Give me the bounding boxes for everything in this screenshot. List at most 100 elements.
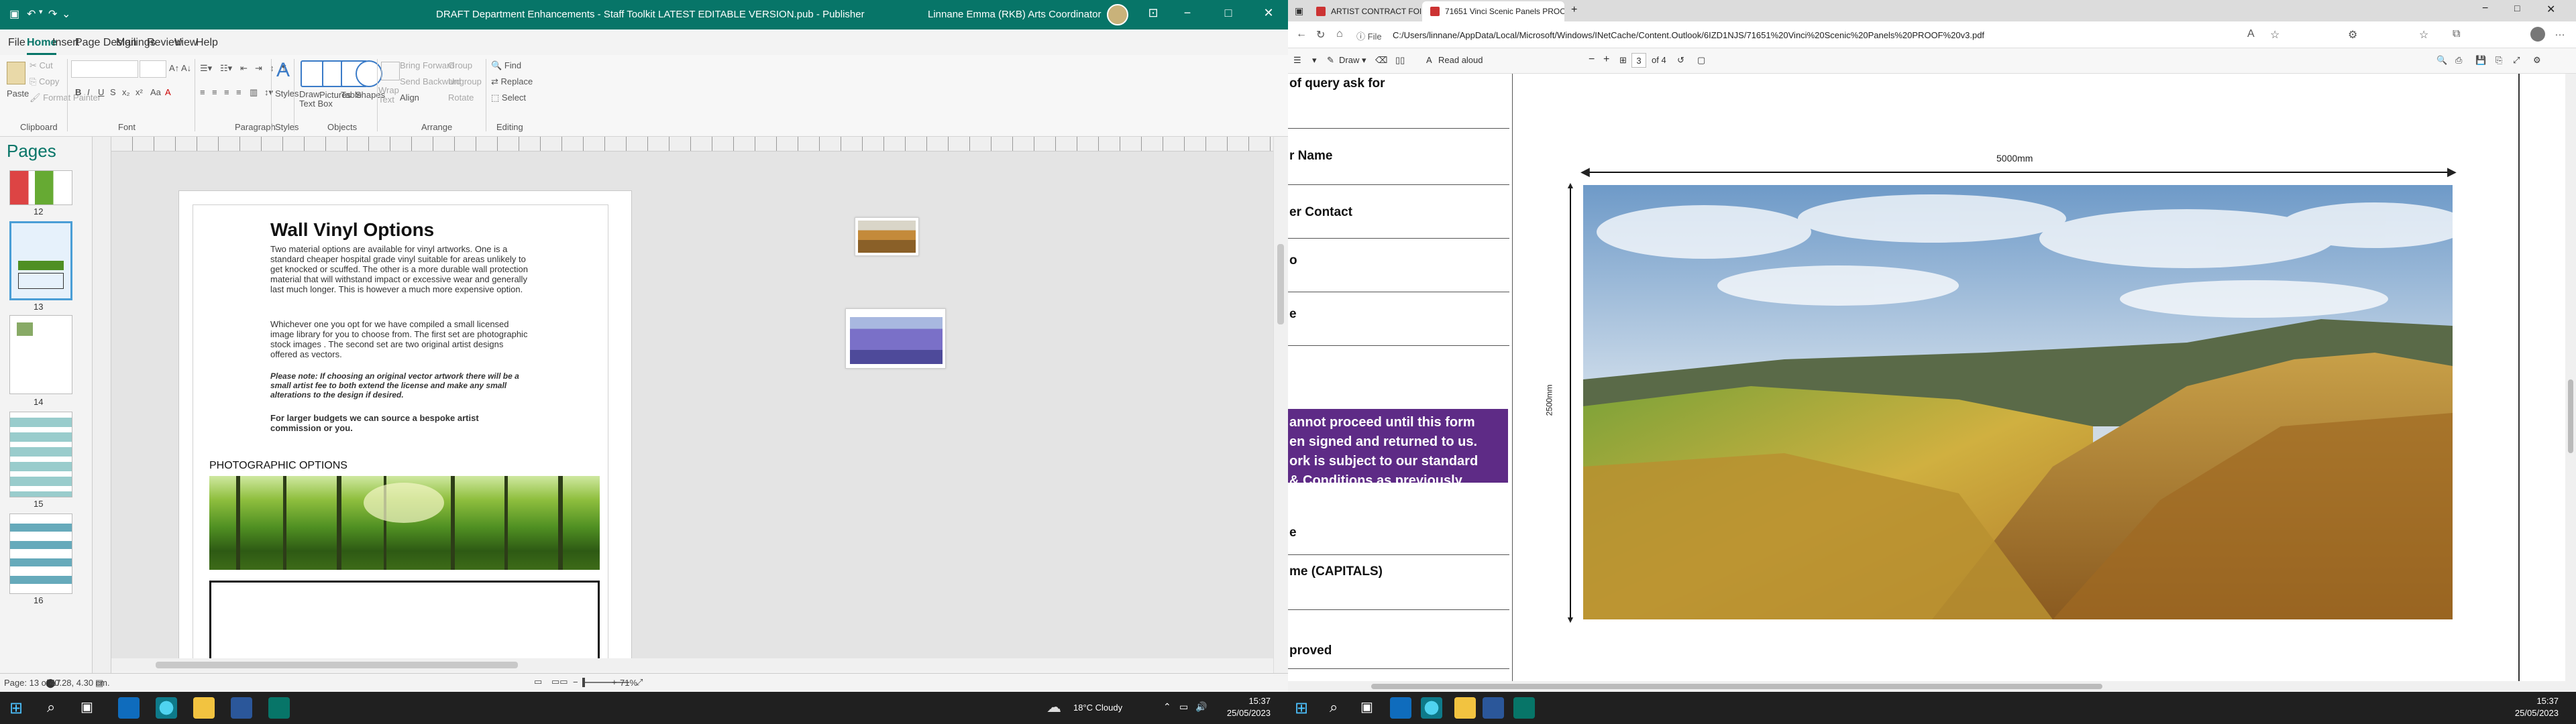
superscript-button[interactable]: x² xyxy=(136,87,143,97)
show-hidden-icons[interactable]: ⌃ xyxy=(1163,701,1171,713)
line-spacing-button[interactable]: ↕ xyxy=(270,63,274,73)
extensions-icon[interactable]: ⚙ xyxy=(2348,28,2357,42)
pdf-vertical-scrollbar[interactable] xyxy=(2565,74,2576,692)
home-icon[interactable]: ⌂ xyxy=(1336,28,1343,40)
clock-date[interactable]: 25/05/2023 xyxy=(2508,708,2559,718)
new-tab-button[interactable]: + xyxy=(1571,4,1577,16)
pdf-hscroll-thumb[interactable] xyxy=(1371,684,2102,689)
read-aloud-icon[interactable]: A xyxy=(2247,28,2255,40)
vertical-scrollbar[interactable] xyxy=(1273,137,1288,673)
ribbon-options-icon[interactable]: ⊡ xyxy=(1143,6,1163,20)
page-thumbnail-16[interactable] xyxy=(9,514,72,594)
columns-button[interactable]: ▥ xyxy=(250,87,258,98)
bold-button[interactable]: B xyxy=(75,87,81,97)
select-button[interactable]: ⬚ Select xyxy=(491,93,526,103)
page-thumbnail-15[interactable] xyxy=(9,412,72,497)
word-icon[interactable] xyxy=(231,697,252,719)
close-button[interactable]: ✕ xyxy=(2546,3,2555,16)
save-as-icon[interactable]: ⎘ xyxy=(2496,55,2502,66)
task-view-icon[interactable]: ▣ xyxy=(80,699,93,715)
file-explorer-icon[interactable] xyxy=(193,697,215,719)
font-size-combo[interactable] xyxy=(140,60,166,78)
page-number-input[interactable]: 3 xyxy=(1631,53,1646,68)
zoom-out-button[interactable]: − xyxy=(573,677,578,687)
horizontal-scrollbar[interactable] xyxy=(111,658,1273,672)
tab-help[interactable]: Help xyxy=(196,37,218,49)
subscript-button[interactable]: x₂ xyxy=(122,87,130,97)
volume-icon[interactable]: 🔊 xyxy=(1195,701,1207,713)
search-icon[interactable]: ⌕ xyxy=(1330,699,1338,716)
browser-tab-2-active[interactable]: 71651 Vinci Scenic Panels PROO xyxy=(1422,1,1564,21)
cut-button[interactable]: ✂ Cut xyxy=(30,60,53,71)
favorites-icon[interactable]: ☆ xyxy=(2419,28,2428,42)
page-thumbnail-12[interactable] xyxy=(9,170,72,205)
undo-dropdown-icon[interactable]: ▾ xyxy=(39,7,43,16)
bullets-button[interactable]: ☰▾ xyxy=(200,63,212,74)
draw-icon[interactable]: ✎ xyxy=(1327,55,1334,66)
fullscreen-icon[interactable]: ⤢ xyxy=(2513,55,2520,66)
highlight-icon[interactable]: ▾ xyxy=(1312,55,1317,66)
eraser-icon[interactable]: ⌫ xyxy=(1375,55,1387,66)
two-page-view-icon[interactable]: ▭▭ xyxy=(551,676,568,687)
shapes-icon[interactable] xyxy=(356,60,382,87)
zoom-in-button[interactable]: + xyxy=(612,677,617,687)
font-color-button[interactable]: A xyxy=(165,87,171,97)
tab-actions-icon[interactable]: ▣ xyxy=(1295,5,1303,17)
justify-button[interactable]: ≡ xyxy=(236,87,241,97)
tab-file[interactable]: File xyxy=(8,37,25,49)
note-paragraph[interactable]: Please note: If choosing an original vec… xyxy=(270,371,532,400)
file-explorer-icon[interactable] xyxy=(1454,697,1476,719)
maximize-button[interactable]: □ xyxy=(2514,3,2520,13)
read-aloud-button[interactable]: Read aloud xyxy=(1438,55,1483,65)
start-icon[interactable]: ⊞ xyxy=(1295,699,1308,718)
collections-icon[interactable]: ⧉ xyxy=(2453,28,2460,40)
forest-image[interactable] xyxy=(209,476,600,570)
page-fit-icon[interactable]: ▢ xyxy=(1697,55,1705,66)
page-thumbnail-14[interactable] xyxy=(9,315,72,394)
grow-font-icon[interactable]: A↑ xyxy=(169,63,179,73)
horizontal-scroll-thumb[interactable] xyxy=(156,662,518,668)
close-button[interactable]: ✕ xyxy=(1258,6,1279,20)
styles-button[interactable]: Styles xyxy=(275,88,299,99)
wrap-text-button[interactable]: Wrap Text xyxy=(378,86,402,105)
vertical-scroll-thumb[interactable] xyxy=(1277,244,1284,324)
bring-forward-button[interactable]: Bring Forward xyxy=(400,60,455,70)
save-icon[interactable]: 💾 xyxy=(2475,55,2486,66)
strikethrough-button[interactable]: S xyxy=(110,87,116,97)
zoom-out-button[interactable]: − xyxy=(1589,54,1595,66)
file-info-icon[interactable]: ⓘ File xyxy=(1356,29,1382,42)
minimize-button[interactable]: − xyxy=(2482,3,2488,15)
customize-quick-access-icon[interactable]: ⌄ xyxy=(62,7,70,21)
align-button[interactable]: Align xyxy=(400,93,419,103)
pdf-scroll-thumb[interactable] xyxy=(2568,379,2573,453)
back-icon[interactable]: ← xyxy=(1296,28,1307,40)
rotate-button[interactable]: Rotate xyxy=(448,93,474,103)
search-icon[interactable]: 🔍 xyxy=(2436,55,2447,66)
minimize-button[interactable]: − xyxy=(1177,6,1197,20)
rotate-icon[interactable]: ↺ xyxy=(1677,55,1684,66)
network-icon[interactable]: ▭ xyxy=(1179,701,1188,713)
align-center-button[interactable]: ≡ xyxy=(212,87,217,97)
maximize-button[interactable]: □ xyxy=(1218,6,1238,20)
fit-page-icon[interactable]: ⤢ xyxy=(636,677,643,688)
body-paragraph-1[interactable]: Two material options are available for v… xyxy=(270,244,532,294)
increase-indent-button[interactable]: ⇥ xyxy=(255,63,262,74)
scratch-image-hills[interactable] xyxy=(855,217,919,256)
refresh-icon[interactable]: ↻ xyxy=(1316,28,1325,42)
weather-icon[interactable]: ☁ xyxy=(1046,699,1061,716)
clock-date[interactable]: 25/05/2023 xyxy=(1220,708,1271,718)
photographic-options-heading[interactable]: PHOTOGRAPHIC OPTIONS xyxy=(209,460,347,472)
ungroup-button[interactable]: Ungroup xyxy=(448,76,482,86)
read-aloud-icon[interactable]: A xyxy=(1426,55,1432,65)
copy-button[interactable]: ⎘ Copy xyxy=(30,76,59,87)
scratch-image-lavender[interactable] xyxy=(845,308,946,369)
browser-tab-1[interactable]: ARTIST CONTRACT FOR LOAN O xyxy=(1308,1,1421,21)
change-case-button[interactable]: Aa xyxy=(150,87,161,97)
pdf-horizontal-scrollbar[interactable] xyxy=(1288,681,2565,692)
draw-dropdown-icon[interactable]: ▾ xyxy=(1362,55,1366,66)
search-icon[interactable]: ⌕ xyxy=(47,699,55,716)
spacing-button[interactable]: ↕▾ xyxy=(264,87,273,98)
budget-paragraph[interactable]: For larger budgets we can source a bespo… xyxy=(270,413,532,433)
wrap-text-icon[interactable] xyxy=(381,62,400,80)
styles-icon[interactable]: A xyxy=(276,59,290,82)
